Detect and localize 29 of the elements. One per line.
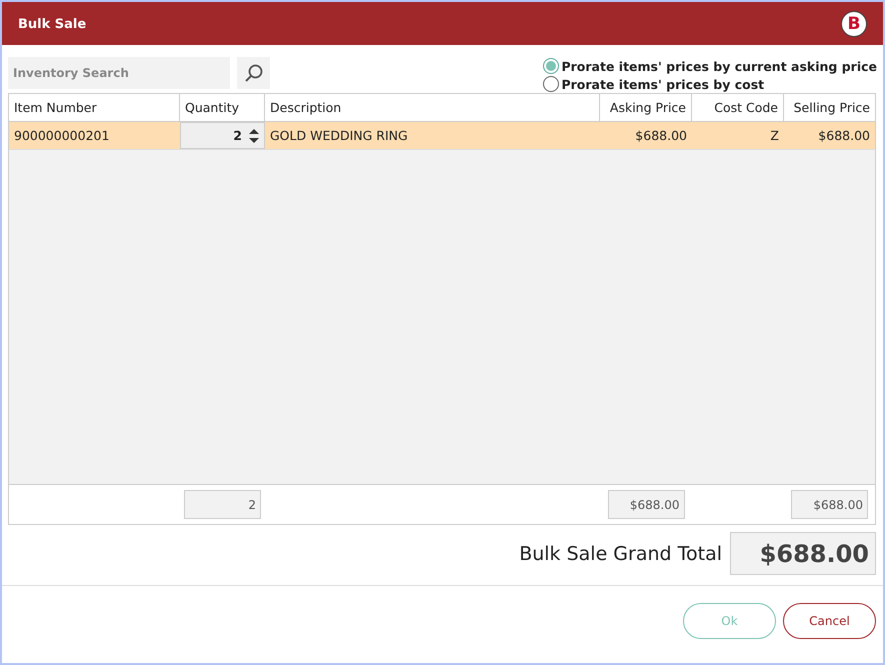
radio-option[interactable]: Prorate items' prices by cost — [543, 75, 877, 93]
column-header: Description — [265, 94, 600, 121]
logo: B — [841, 11, 867, 37]
column-header: Asking Price — [600, 94, 692, 121]
total-field: 2 — [184, 490, 261, 519]
radio-button[interactable] — [543, 58, 560, 74]
cancel-button[interactable]: Cancel — [783, 603, 876, 639]
column-header: Quantity — [180, 94, 265, 121]
table-row[interactable]: 900000000201 2 GOLD WEDDING RING $688.00 Z $688.00 — [9, 122, 875, 150]
total-field: $688.00 — [791, 490, 868, 519]
table-cell-text: Z — [769, 127, 780, 145]
table-cell-text: 900000000201 — [13, 127, 110, 145]
search-icon — [244, 63, 264, 83]
radio-button[interactable] — [543, 76, 560, 92]
window-title: Bulk Sale — [18, 16, 86, 32]
column-header: Item Number — [9, 94, 180, 121]
grand-total-field: $688.00 — [730, 532, 876, 575]
column-header: Cost Code — [692, 94, 784, 121]
table-cell-text: $688.00 — [634, 127, 688, 145]
search-button[interactable] — [237, 57, 270, 89]
quantity-spinner[interactable]: 2 — [180, 122, 265, 149]
spinner-arrows-icon — [248, 128, 260, 144]
table-cell-text: GOLD WEDDING RING — [269, 127, 409, 145]
grand-total-label: Bulk Sale Grand Total — [519, 542, 722, 564]
radio-option[interactable]: Prorate items' prices by current asking price — [543, 57, 877, 75]
column-header: Selling Price — [792, 99, 871, 117]
total-field: $688.00 — [608, 490, 684, 519]
search-field[interactable]: Inventory Search — [8, 57, 230, 89]
table-cell-text: $688.00 — [817, 127, 871, 145]
